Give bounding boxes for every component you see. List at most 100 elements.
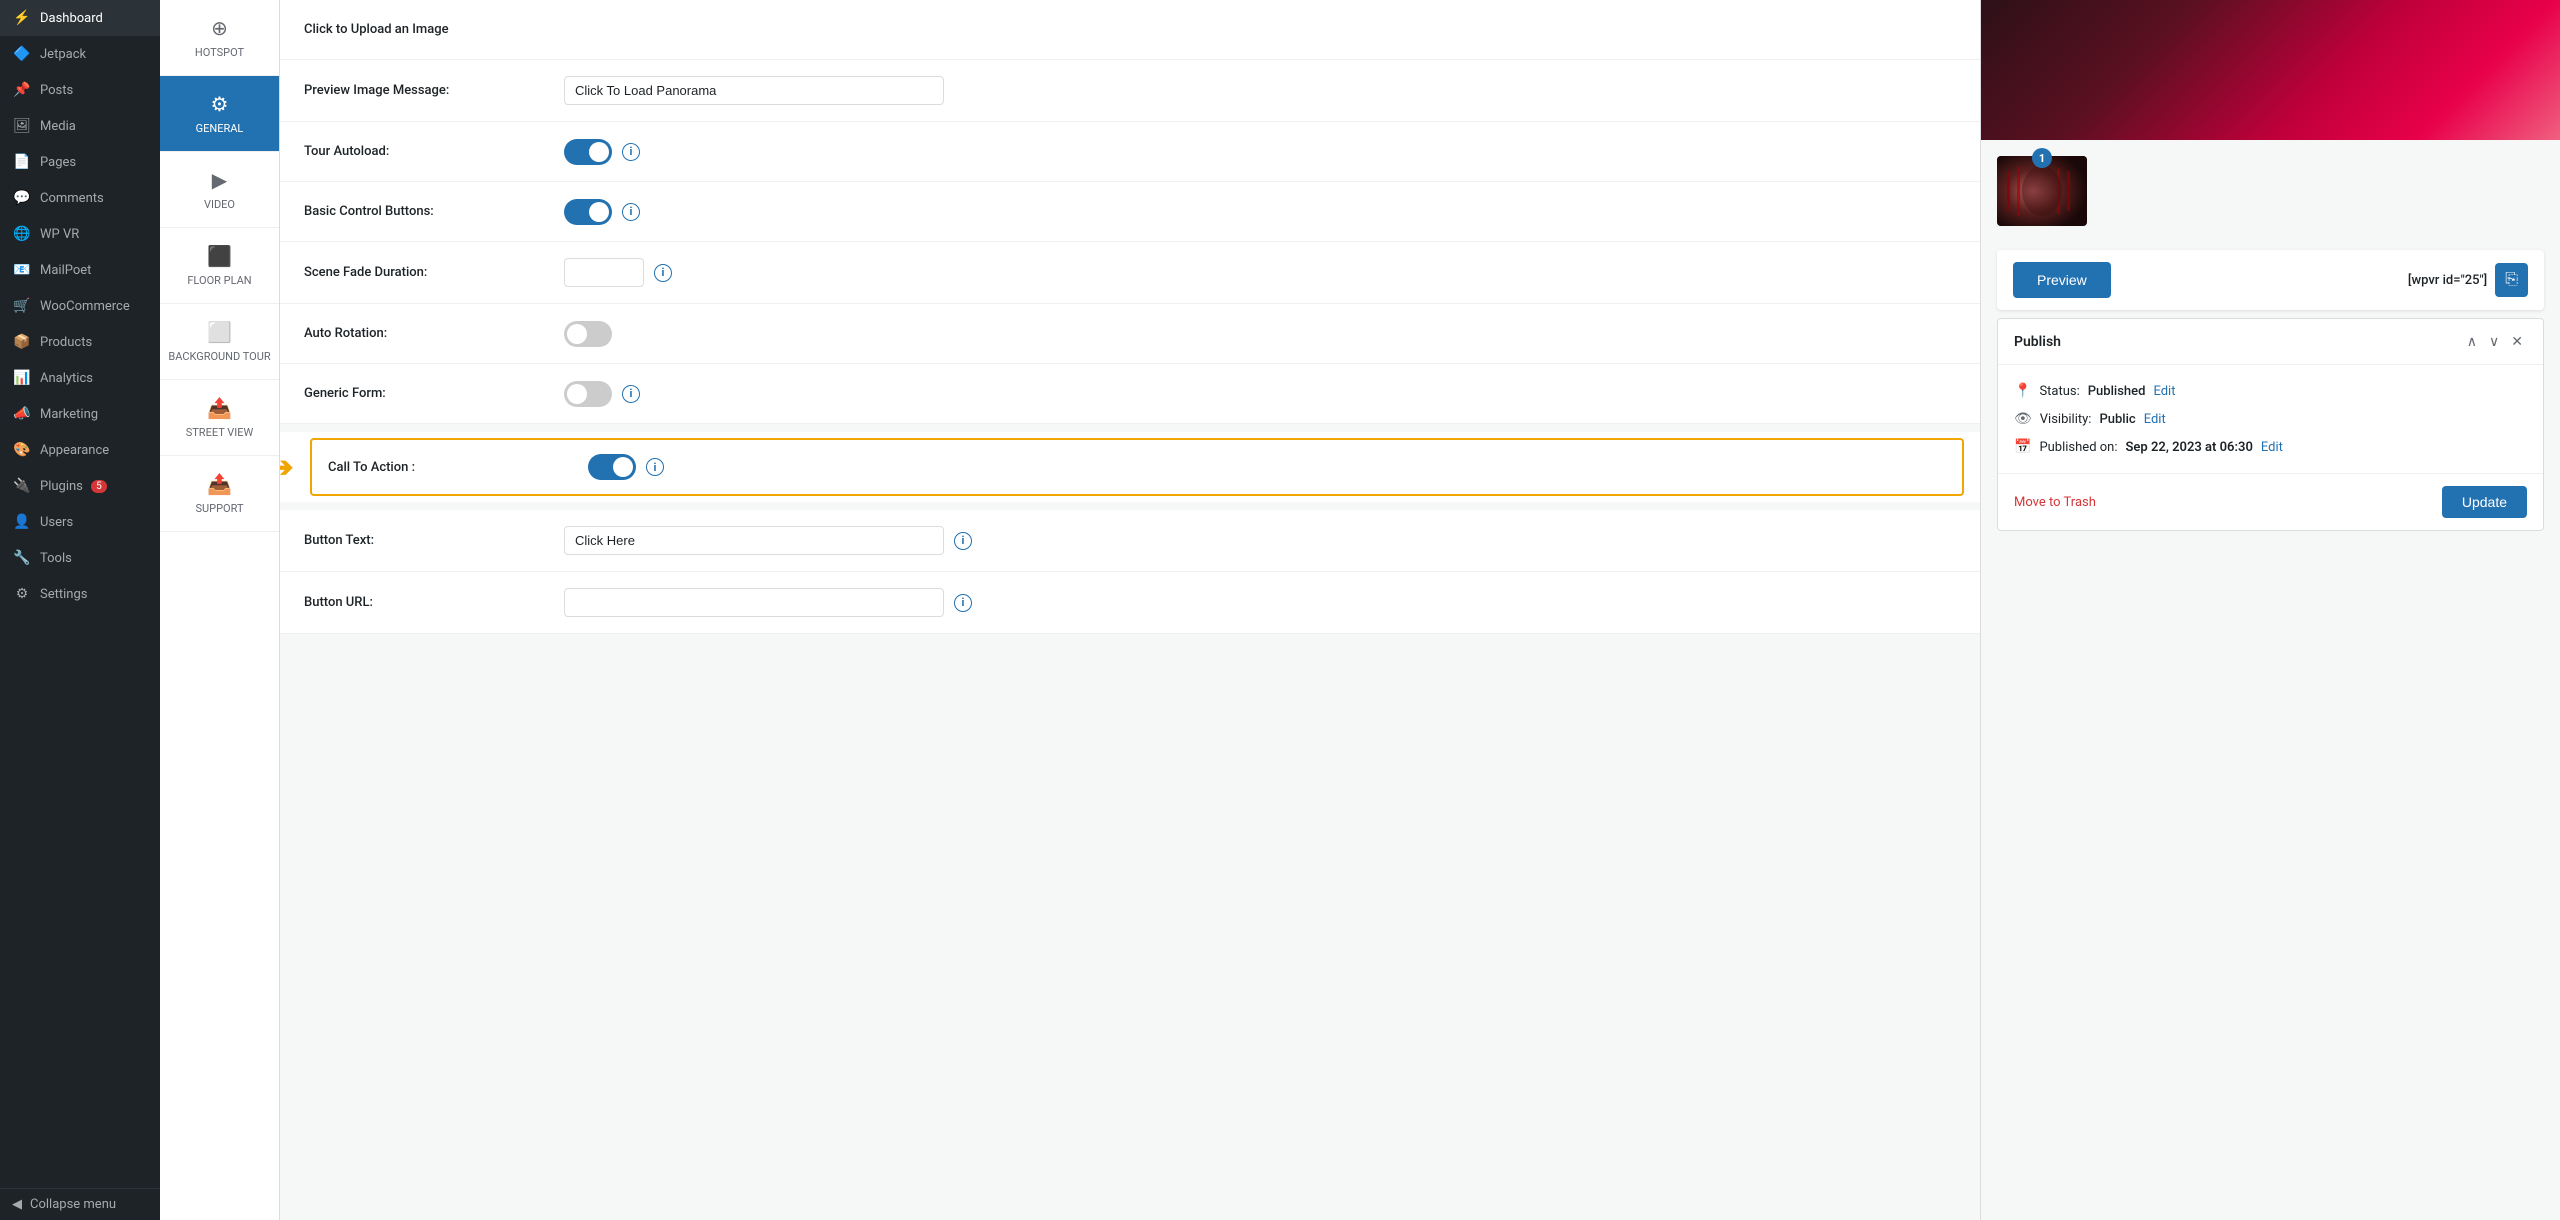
publish-body: 📍 Status: Published Edit 👁 Visibility: P… xyxy=(1998,365,2543,473)
background_tour-tab-label: BACKGROUND TOUR xyxy=(168,350,270,363)
button-text-info-icon[interactable]: i xyxy=(954,532,972,550)
woocommerce-icon: 🛒 xyxy=(12,296,32,316)
status-edit-link[interactable]: Edit xyxy=(2153,384,2175,399)
basic-control-buttons-info-icon[interactable]: i xyxy=(622,203,640,221)
tab-hotspot[interactable]: ⊕ HOTSPOT xyxy=(160,0,279,76)
tour-autoload-info-icon[interactable]: i xyxy=(622,143,640,161)
products-icon: 📦 xyxy=(12,332,32,352)
preview-image-message-control xyxy=(564,76,1956,105)
tab-general[interactable]: ⚙ GENERAL xyxy=(160,76,279,152)
button-text-control: i xyxy=(564,526,1956,555)
publish-close-button[interactable]: ✕ xyxy=(2507,331,2527,352)
button-url-info-icon[interactable]: i xyxy=(954,594,972,612)
sidebar-item-mailpoet[interactable]: 📧 MailPoet xyxy=(0,252,160,288)
sidebar: ⚡ Dashboard 🔷 Jetpack 📌 Posts 🖼 Media 📄 … xyxy=(0,0,160,1220)
button-url-row: Button URL: i xyxy=(280,572,1980,634)
sidebar-item-jetpack[interactable]: 🔷 Jetpack xyxy=(0,36,160,72)
sidebar-item-pages[interactable]: 📄 Pages xyxy=(0,144,160,180)
visibility-edit-link[interactable]: Edit xyxy=(2144,412,2166,427)
auto-rotation-toggle[interactable] xyxy=(564,321,612,347)
call-to-action-info-icon[interactable]: i xyxy=(646,458,664,476)
button-text-input[interactable] xyxy=(564,526,944,555)
analytics-icon: 📊 xyxy=(12,368,32,388)
tab-floor_plan[interactable]: ⬛ FLOOR PLAN xyxy=(160,228,279,304)
sidebar-item-settings[interactable]: ⚙ Settings xyxy=(0,576,160,612)
tab-street_view[interactable]: 📤 STREET VIEW xyxy=(160,380,279,456)
scene-fade-duration-input[interactable] xyxy=(564,258,644,287)
sidebar-label-products: Products xyxy=(40,335,92,350)
sidebar-item-marketing[interactable]: 📣 Marketing xyxy=(0,396,160,432)
sidebar-item-products[interactable]: 📦 Products xyxy=(0,324,160,360)
scene-fade-duration-info-icon[interactable]: i xyxy=(654,264,672,282)
call-to-action-toggle[interactable] xyxy=(588,454,636,480)
sidebar-item-comments[interactable]: 💬 Comments xyxy=(0,180,160,216)
floor_plan-tab-label: FLOOR PLAN xyxy=(187,274,251,287)
right-panel: 1 xyxy=(1980,0,2560,1220)
arrow-indicator: ➔ xyxy=(280,451,293,484)
sidebar-item-appearance[interactable]: 🎨 Appearance xyxy=(0,432,160,468)
generic-form-toggle[interactable] xyxy=(564,381,612,407)
published-edit-link[interactable]: Edit xyxy=(2261,440,2283,455)
sidebar-item-dashboard[interactable]: ⚡ Dashboard xyxy=(0,0,160,36)
form-container: Click to Upload an Image Preview Image M… xyxy=(280,0,1980,424)
tab-video[interactable]: ▶ VIDEO xyxy=(160,152,279,228)
tools-icon: 🔧 xyxy=(12,548,32,568)
generic-form-label: Generic Form: xyxy=(304,386,564,401)
generic-form-info-icon[interactable]: i xyxy=(622,385,640,403)
copy-button[interactable]: ⎘ xyxy=(2495,263,2528,297)
basic-control-buttons-row: Basic Control Buttons: i xyxy=(280,182,1980,242)
shortcode-text: [wpvr id="25"] xyxy=(2408,273,2487,288)
street_view-tab-icon: 📤 xyxy=(207,396,232,420)
scene-fade-duration-row: Scene Fade Duration: i xyxy=(280,242,1980,304)
status-icon: 📍 xyxy=(2014,383,2031,399)
publish-collapse-up-button[interactable]: ∧ xyxy=(2463,331,2481,352)
sidebar-item-media[interactable]: 🖼 Media xyxy=(0,108,160,144)
support-tab-icon: 📤 xyxy=(207,472,232,496)
published-value: Sep 22, 2023 at 06:30 xyxy=(2126,440,2253,455)
button-url-input[interactable] xyxy=(564,588,944,617)
publish-footer: Move to Trash Update xyxy=(1998,473,2543,530)
sidebar-item-users[interactable]: 👤 Users xyxy=(0,504,160,540)
status-label: Status: xyxy=(2039,384,2079,399)
tab-support[interactable]: 📤 SUPPORT xyxy=(160,456,279,532)
call-to-action-highlighted-row: Call To Action : i xyxy=(310,438,1964,496)
update-button[interactable]: Update xyxy=(2442,486,2527,518)
published-label: Published on: xyxy=(2039,440,2117,455)
sidebar-label-mailpoet: MailPoet xyxy=(40,263,91,278)
plugins-badge: 5 xyxy=(91,480,107,493)
calendar-icon: 📅 xyxy=(2014,439,2031,455)
visibility-value: Public xyxy=(2099,412,2135,427)
sidebar-item-plugins[interactable]: 🔌 Plugins 5 xyxy=(0,468,160,504)
publish-controls: ∧ ∨ ✕ xyxy=(2463,331,2527,352)
collapse-menu-button[interactable]: ◀Collapse menu xyxy=(0,1188,160,1220)
plugins-icon: 🔌 xyxy=(12,476,32,496)
tab-background_tour[interactable]: ⬜ BACKGROUND TOUR xyxy=(160,304,279,380)
sidebar-item-posts[interactable]: 📌 Posts xyxy=(0,72,160,108)
hotspot-tab-icon: ⊕ xyxy=(211,16,228,40)
sidebar-item-analytics[interactable]: 📊 Analytics xyxy=(0,360,160,396)
preview-button[interactable]: Preview xyxy=(2013,262,2111,298)
comments-icon: 💬 xyxy=(12,188,32,208)
sidebar-label-settings: Settings xyxy=(40,587,87,602)
tour-autoload-toggle[interactable] xyxy=(564,139,612,165)
move-to-trash-link[interactable]: Move to Trash xyxy=(2014,495,2096,510)
posts-icon: 📌 xyxy=(12,80,32,100)
publish-collapse-down-button[interactable]: ∨ xyxy=(2485,331,2503,352)
sidebar-item-wpvr[interactable]: 🌐 WP VR xyxy=(0,216,160,252)
preview-shortcode-row: Preview [wpvr id="25"] ⎘ xyxy=(1997,250,2544,310)
auto-rotation-control xyxy=(564,321,1956,347)
sidebar-label-analytics: Analytics xyxy=(40,371,93,386)
basic-control-buttons-toggle[interactable] xyxy=(564,199,612,225)
button-url-control: i xyxy=(564,588,1956,617)
sidebar-label-media: Media xyxy=(40,119,76,134)
thumbnail-wrapper: 1 xyxy=(1997,156,2087,226)
collapse-icon: ◀ xyxy=(12,1197,22,1212)
sidebar-item-woocommerce[interactable]: 🛒 WooCommerce xyxy=(0,288,160,324)
sidebar-label-tools: Tools xyxy=(40,551,72,566)
users-icon: 👤 xyxy=(12,512,32,532)
thumbnail-badge: 1 xyxy=(2032,148,2052,168)
preview-image-message-input[interactable] xyxy=(564,76,944,105)
sidebar-label-posts: Posts xyxy=(40,83,73,98)
floor_plan-tab-icon: ⬛ xyxy=(207,244,232,268)
sidebar-item-tools[interactable]: 🔧 Tools xyxy=(0,540,160,576)
